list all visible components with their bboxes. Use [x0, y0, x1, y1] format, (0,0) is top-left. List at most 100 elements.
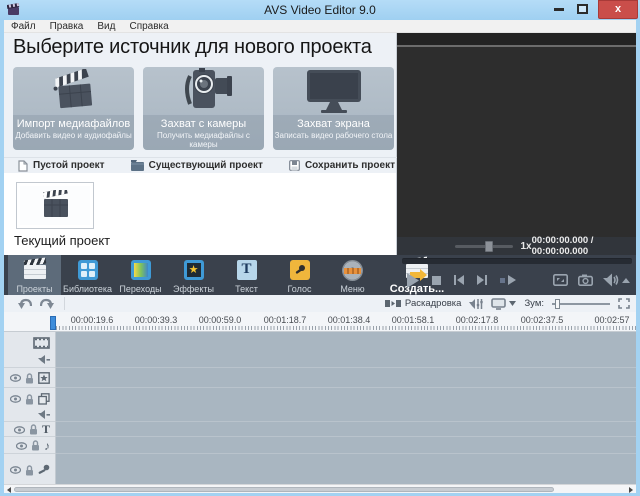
- storyboard-toggle[interactable]: Раскадровка: [385, 298, 462, 309]
- overlay-track-lane[interactable]: [56, 388, 636, 422]
- existing-project-label: Существующий проект: [149, 160, 263, 171]
- fullscreen-button[interactable]: [553, 274, 568, 286]
- horizontal-scrollbar[interactable]: [4, 484, 636, 493]
- effects-track-header: [4, 368, 55, 388]
- effect-star-icon: [38, 372, 50, 384]
- audio-track-lane[interactable]: [56, 437, 636, 454]
- ruler-tick: 00:02:37.5: [510, 315, 574, 325]
- transition-icon: [129, 259, 152, 281]
- ruler-tick: 00:01:58.1: [381, 315, 445, 325]
- film-frame-icon: [33, 337, 50, 349]
- current-project-thumbnail[interactable]: [16, 182, 94, 229]
- menu-help[interactable]: Справка: [122, 20, 175, 33]
- play-icon: [406, 273, 419, 288]
- menu-view[interactable]: Вид: [90, 20, 122, 33]
- muted-speaker-icon[interactable]: [38, 410, 50, 419]
- tab-voice[interactable]: Голос: [273, 255, 326, 295]
- effects-track-lane[interactable]: [56, 368, 636, 388]
- previous-frame-icon: [454, 275, 464, 285]
- display-select-button[interactable]: [491, 298, 516, 310]
- timeline-ruler[interactable]: 00:00:19.6 00:00:39.3 00:00:59.0 00:01:1…: [4, 312, 636, 332]
- empty-project-button[interactable]: Пустой проект: [18, 160, 105, 172]
- muted-speaker-icon[interactable]: [38, 355, 50, 364]
- menu-file[interactable]: Файл: [4, 20, 43, 33]
- audio-mixer-button[interactable]: [469, 298, 483, 310]
- previous-frame-button[interactable]: [454, 275, 464, 285]
- voice-track-lane[interactable]: [56, 454, 636, 484]
- next-frame-icon: [477, 275, 487, 285]
- tab-menu[interactable]: Меню: [326, 255, 379, 295]
- visibility-eye-icon[interactable]: [10, 466, 21, 474]
- step-play-button[interactable]: [500, 275, 516, 285]
- storyboard-label: Раскадровка: [405, 298, 462, 309]
- menu-edit[interactable]: Правка: [43, 20, 91, 33]
- track-headers: T ♪: [4, 332, 56, 484]
- snapshot-button[interactable]: [578, 274, 593, 286]
- capture-camera-card[interactable]: Захват с камеры Получить медиафайлы с ка…: [143, 67, 264, 150]
- menubar: Файл Правка Вид Справка: [4, 20, 636, 33]
- close-button[interactable]: x: [598, 0, 638, 19]
- visibility-eye-icon[interactable]: [10, 374, 21, 382]
- speed-slider-thumb[interactable]: [485, 241, 493, 252]
- play-button[interactable]: [406, 273, 419, 288]
- lock-icon[interactable]: [31, 440, 40, 451]
- undo-icon: [18, 298, 32, 310]
- zoom-slider-thumb[interactable]: [555, 299, 560, 309]
- lock-icon[interactable]: [29, 424, 38, 435]
- zoom-slider[interactable]: [552, 303, 610, 305]
- playback-speed-slider[interactable]: [455, 245, 513, 248]
- scroll-left-arrow-icon[interactable]: [7, 487, 11, 493]
- capture-screen-card[interactable]: Захват экрана Записать видео рабочего ст…: [273, 67, 394, 150]
- stop-button[interactable]: [432, 276, 441, 285]
- tab-transitions[interactable]: Переходы: [114, 255, 167, 295]
- text-icon: T: [235, 259, 258, 281]
- ruler-tick-marks: [56, 326, 636, 330]
- visibility-eye-icon[interactable]: [16, 442, 27, 450]
- tab-text[interactable]: T Текст: [220, 255, 273, 295]
- save-icon: [289, 160, 300, 171]
- import-media-card[interactable]: Импорт медиафайлов Добавить видео и ауди…: [13, 67, 134, 150]
- fullscreen-icon: [553, 274, 568, 286]
- video-track-header: [4, 332, 55, 368]
- redo-button[interactable]: [36, 298, 58, 310]
- ruler-tick: 00:00:59.0: [188, 315, 252, 325]
- scroll-right-arrow-icon[interactable]: [629, 487, 633, 493]
- start-screen-panel: Выберите источник для нового проекта Имп…: [4, 33, 397, 255]
- minimize-button[interactable]: [554, 8, 564, 11]
- undo-button[interactable]: [14, 298, 36, 310]
- next-frame-button[interactable]: [477, 275, 487, 285]
- separator: [64, 297, 65, 310]
- save-project-button[interactable]: Сохранить проект: [289, 160, 395, 171]
- lock-icon[interactable]: [25, 394, 34, 405]
- seek-bar[interactable]: [402, 258, 632, 264]
- existing-project-button[interactable]: Существующий проект: [131, 160, 263, 171]
- empty-project-label: Пустой проект: [33, 160, 105, 171]
- volume-caret-icon: [622, 278, 630, 283]
- fit-timeline-button[interactable]: [618, 298, 630, 309]
- scrollbar-thumb[interactable]: [14, 487, 554, 492]
- edit-bar: Раскадровка Зум:: [4, 295, 636, 312]
- card-title: Захват с камеры: [143, 118, 264, 130]
- timeline-track-area[interactable]: [56, 332, 636, 484]
- ruler-tick: 00:01:18.7: [253, 315, 317, 325]
- visibility-eye-icon[interactable]: [14, 426, 25, 434]
- chevron-down-icon: [509, 301, 516, 306]
- timeline: T ♪: [4, 332, 636, 484]
- clapperboard-icon: [37, 190, 73, 221]
- playhead-marker[interactable]: [50, 316, 56, 330]
- card-title: Импорт медиафайлов: [13, 118, 134, 130]
- video-track-lane[interactable]: [56, 332, 636, 368]
- volume-button[interactable]: [603, 273, 630, 287]
- visibility-eye-icon[interactable]: [10, 395, 21, 403]
- maximize-button[interactable]: [577, 4, 588, 14]
- redo-icon: [40, 298, 54, 310]
- tab-effects[interactable]: ★ Эффекты: [167, 255, 220, 295]
- text-track-lane[interactable]: [56, 422, 636, 437]
- microphone-icon: [288, 259, 311, 281]
- tab-library[interactable]: Библиотека: [61, 255, 114, 295]
- lock-icon[interactable]: [25, 465, 34, 476]
- star-effect-icon: ★: [182, 259, 205, 281]
- tab-projects[interactable]: Проекты: [8, 255, 61, 295]
- lock-icon[interactable]: [25, 373, 34, 384]
- new-document-icon: [18, 160, 28, 172]
